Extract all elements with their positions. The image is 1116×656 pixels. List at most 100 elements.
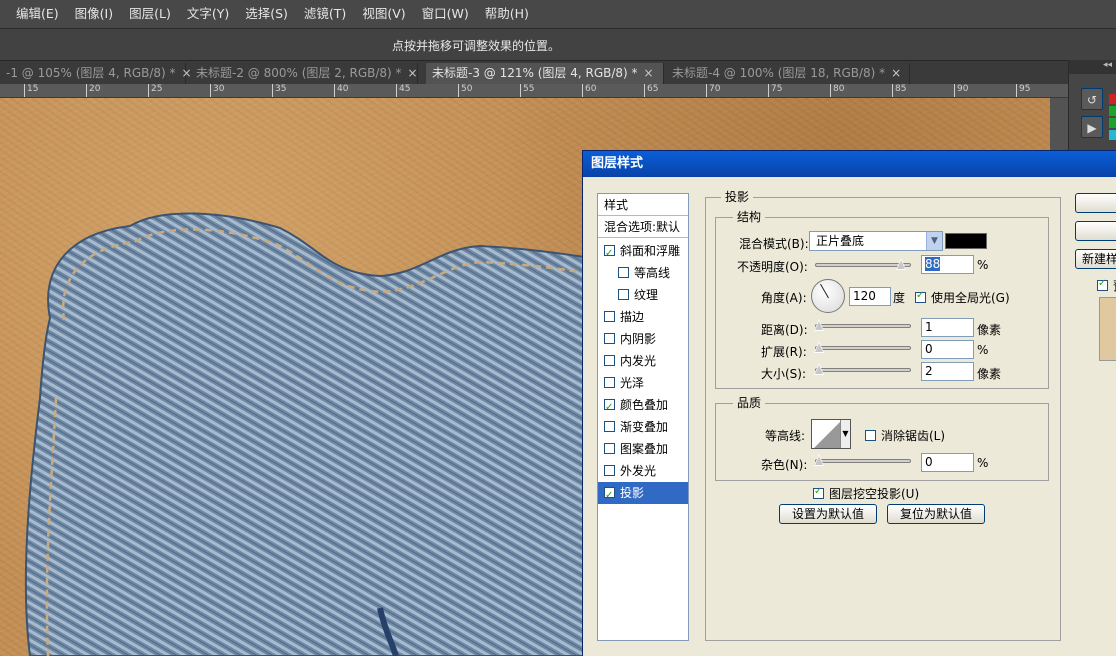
style-item-color-overlay[interactable]: 颜色叠加 xyxy=(598,394,688,419)
slider-thumb[interactable] xyxy=(814,363,824,375)
checkbox[interactable] xyxy=(1097,278,1108,291)
style-item-gradient-overlay[interactable]: 渐变叠加 xyxy=(598,416,688,438)
distance-value: 1 xyxy=(925,320,933,334)
chevron-down-icon: ▼ xyxy=(926,232,942,250)
spread-slider[interactable] xyxy=(814,341,911,353)
tab-doc-2[interactable]: 未标题-2 @ 800% (图层 2, RGB/8) * × xyxy=(190,63,418,84)
history-icon[interactable]: ↺ xyxy=(1081,88,1103,110)
menu-type[interactable]: 文字(Y) xyxy=(179,0,237,28)
ok-button[interactable] xyxy=(1075,193,1116,213)
spread-label: 扩展(R): xyxy=(761,345,807,359)
set-default-button[interactable]: 设置为默认值 xyxy=(779,504,877,524)
checkbox[interactable] xyxy=(604,465,615,476)
contour-picker[interactable]: ▼ xyxy=(811,419,851,449)
knockout-label: 图层挖空投影(U) xyxy=(829,487,920,501)
size-label: 大小(S): xyxy=(761,367,807,381)
checkbox[interactable] xyxy=(865,430,876,441)
menu-view[interactable]: 视图(V) xyxy=(354,0,413,28)
preview-checkbox[interactable]: 预 xyxy=(1097,277,1116,294)
slider-thumb[interactable] xyxy=(814,341,824,353)
size-input[interactable]: 2 xyxy=(921,362,974,381)
menu-edit[interactable]: 编辑(E) xyxy=(8,0,67,28)
ruler-tick: 90 xyxy=(954,84,968,97)
style-item-label: 渐变叠加 xyxy=(620,420,669,434)
slider-thumb[interactable] xyxy=(814,319,824,331)
blend-mode-select[interactable]: 正片叠底 ▼ xyxy=(809,231,943,251)
close-icon[interactable]: × xyxy=(408,66,418,80)
style-item-texture[interactable]: 纹理 xyxy=(598,284,688,306)
angle-dial[interactable] xyxy=(811,279,845,313)
tab-doc-1[interactable]: -1 @ 105% (图层 4, RGB/8) * × xyxy=(0,63,192,84)
tab-label: 未标题-3 @ 121% (图层 4, RGB/8) * xyxy=(432,66,638,80)
style-item-stroke[interactable]: 描边 xyxy=(598,306,688,328)
distance-slider[interactable] xyxy=(814,319,911,331)
anti-alias[interactable]: 消除锯齿(L) xyxy=(865,427,945,444)
ruler-tick: 30 xyxy=(210,84,224,97)
close-icon[interactable]: × xyxy=(891,66,901,80)
slider-thumb[interactable] xyxy=(896,258,906,270)
style-item-satin[interactable]: 光泽 xyxy=(598,372,688,394)
menu-layer[interactable]: 图层(L) xyxy=(121,0,179,28)
checkbox[interactable] xyxy=(604,243,615,265)
style-item-pattern-overlay[interactable]: 图案叠加 xyxy=(598,438,688,460)
checkbox[interactable] xyxy=(604,485,615,507)
new-style-button[interactable]: 新建样 xyxy=(1075,249,1116,269)
distance-input[interactable]: 1 xyxy=(921,318,974,337)
color-swatch[interactable] xyxy=(1109,94,1116,104)
menu-filter[interactable]: 滤镜(T) xyxy=(296,0,354,28)
style-item-inner-shadow[interactable]: 内阴影 xyxy=(598,328,688,350)
checkbox[interactable] xyxy=(618,289,629,300)
menu-select[interactable]: 选择(S) xyxy=(237,0,296,28)
style-item-bevel-emboss[interactable]: 斜面和浮雕 xyxy=(598,240,688,265)
style-item-contour[interactable]: 等高线 xyxy=(598,262,688,284)
options-hint: 点按并拖移可调整效果的位置。 xyxy=(392,39,561,53)
menu-window[interactable]: 窗口(W) xyxy=(414,0,477,28)
tab-label: -1 @ 105% (图层 4, RGB/8) * xyxy=(6,66,176,80)
color-swatch[interactable] xyxy=(1109,118,1116,128)
style-item-label: 图案叠加 xyxy=(620,442,669,456)
checkbox[interactable] xyxy=(915,290,926,303)
checkbox[interactable] xyxy=(604,377,615,388)
checkbox[interactable] xyxy=(604,333,615,344)
close-icon[interactable]: × xyxy=(644,66,654,80)
style-list-header[interactable]: 样式 xyxy=(598,194,688,216)
panel-collapse-icon[interactable]: ◂◂ xyxy=(1069,60,1116,74)
style-item-outer-glow[interactable]: 外发光 xyxy=(598,460,688,482)
reset-default-button[interactable]: 复位为默认值 xyxy=(887,504,985,524)
ruler-tick: 85 xyxy=(892,84,906,97)
play-action-icon[interactable]: ▶ xyxy=(1081,116,1103,138)
layer-knocks-out[interactable]: 图层挖空投影(U) xyxy=(813,485,919,502)
size-slider[interactable] xyxy=(814,363,911,375)
spread-input[interactable]: 0 xyxy=(921,340,974,359)
opacity-input[interactable]: 88 xyxy=(921,255,974,274)
style-item-inner-glow[interactable]: 内发光 xyxy=(598,350,688,372)
blending-options[interactable]: 混合选项:默认 xyxy=(598,216,688,238)
noise-slider[interactable] xyxy=(814,454,911,466)
slider-thumb[interactable] xyxy=(814,454,824,466)
opacity-slider[interactable] xyxy=(815,258,911,270)
dialog-title[interactable]: 图层样式 xyxy=(583,151,1116,177)
tab-label: 未标题-2 @ 800% (图层 2, RGB/8) * xyxy=(196,66,402,80)
checkbox[interactable] xyxy=(604,397,615,419)
angle-input[interactable]: 120 xyxy=(849,287,891,306)
cancel-button[interactable] xyxy=(1075,221,1116,241)
color-swatch[interactable] xyxy=(1109,130,1116,140)
shadow-color-swatch[interactable] xyxy=(945,233,987,249)
menu-help[interactable]: 帮助(H) xyxy=(477,0,537,28)
checkbox[interactable] xyxy=(604,311,615,322)
use-global-light[interactable]: 使用全局光(G) xyxy=(915,289,1010,306)
ruler-tick: 20 xyxy=(86,84,100,97)
tab-doc-4[interactable]: 未标题-4 @ 100% (图层 18, RGB/8) * × xyxy=(666,63,910,84)
style-item-label: 描边 xyxy=(620,310,645,324)
horizontal-ruler[interactable]: 15 20 25 30 35 40 45 50 55 60 65 70 75 8… xyxy=(0,84,1068,98)
checkbox[interactable] xyxy=(604,443,615,454)
color-swatch[interactable] xyxy=(1109,106,1116,116)
checkbox[interactable] xyxy=(604,355,615,366)
style-item-drop-shadow[interactable]: 投影 xyxy=(598,482,688,507)
tab-doc-3[interactable]: 未标题-3 @ 121% (图层 4, RGB/8) * × xyxy=(426,63,664,84)
checkbox[interactable] xyxy=(813,486,824,499)
noise-input[interactable]: 0 xyxy=(921,453,974,472)
checkbox[interactable] xyxy=(618,267,629,278)
checkbox[interactable] xyxy=(604,421,615,432)
menu-image[interactable]: 图像(I) xyxy=(67,0,121,28)
